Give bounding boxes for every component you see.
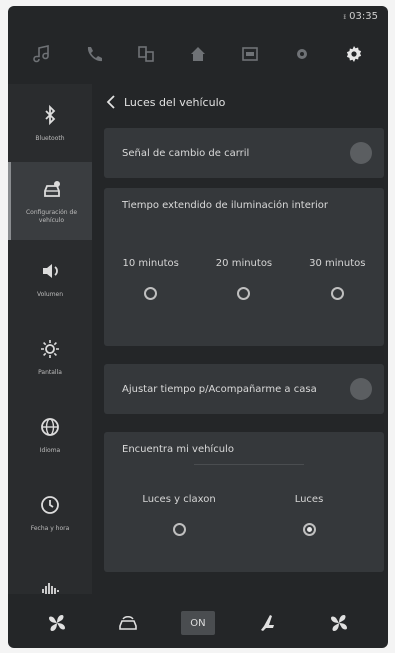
bluetooth-icon — [45, 104, 56, 125]
seat-icon[interactable] — [251, 608, 285, 638]
radio-30-min[interactable] — [330, 287, 344, 300]
globe-icon — [41, 417, 59, 436]
option-label: 10 minutos — [122, 258, 179, 269]
sidebar-item-language[interactable]: Idioma — [8, 396, 92, 474]
option-label: Luces — [294, 494, 324, 505]
sidebar-item-label: Pantalla — [38, 368, 62, 376]
music-note-icon[interactable] — [27, 39, 57, 69]
follow-me-home-row[interactable]: Ajustar tiempo p/Acompañarme a casa — [104, 364, 384, 414]
back-chevron-icon[interactable] — [106, 95, 116, 109]
option-lights-horn[interactable]: Luces y claxon — [124, 494, 234, 536]
find-vehicle-title: Encuentra mi vehículo — [122, 444, 234, 455]
apps-icon[interactable] — [131, 39, 161, 69]
interior-light-title: Tiempo extendido de iluminación interior — [122, 200, 328, 211]
brightness-icon — [41, 339, 59, 358]
head-unit-screen: ᵻ 03:35 Bluetooth Configuración de vehíc… — [8, 6, 388, 648]
sidebar-item-label: Volumen — [36, 290, 64, 298]
settings-gear-icon[interactable] — [339, 39, 369, 69]
lane-change-label: Señal de cambio de carril — [122, 147, 250, 159]
back-header[interactable]: Luces del vehículo — [100, 84, 388, 120]
sidebar-item-display[interactable]: Pantalla — [8, 318, 92, 396]
interior-light-card: Tiempo extendido de iluminación interior… — [104, 188, 384, 346]
radio-10-min[interactable] — [144, 287, 158, 300]
option-label: Luces y claxon — [142, 494, 216, 505]
option-label: 20 minutos — [215, 258, 273, 269]
gear-small-icon[interactable] — [287, 39, 317, 69]
clock-icon — [41, 495, 59, 514]
sidebar-item-volume[interactable]: Volumen — [8, 240, 92, 318]
vehicle-lights-panel: Luces del vehículo Señal de cambio de ca… — [100, 84, 388, 594]
climate-car-icon[interactable] — [111, 608, 145, 638]
sidebar-item-label: Fecha y hora — [30, 524, 70, 532]
page-title: Luces del vehículo — [124, 95, 226, 109]
settings-sidebar: Bluetooth Configuración de vehículo Volu… — [8, 84, 92, 594]
follow-me-toggle[interactable] — [350, 378, 372, 400]
vehicle-info-icon[interactable] — [235, 39, 265, 69]
sound-wave-icon — [42, 583, 59, 594]
sidebar-item-label: Bluetooth — [35, 134, 65, 142]
lane-change-toggle[interactable] — [350, 142, 372, 164]
sidebar-item-date-time[interactable]: Fecha y hora — [8, 474, 92, 552]
sidebar-item-vehicle-settings[interactable]: Configuración de vehículo — [8, 162, 92, 240]
option-10-min[interactable]: 10 minutos — [106, 258, 196, 300]
status-clock: ᵻ 03:35 — [343, 11, 378, 22]
home-icon[interactable] — [183, 39, 213, 69]
lane-change-signal-row[interactable]: Señal de cambio de carril — [104, 128, 384, 178]
radio-lights[interactable] — [302, 523, 316, 536]
find-vehicle-card: Encuentra mi vehículo Luces y claxon Luc… — [104, 432, 384, 572]
climate-bar: ON — [8, 598, 388, 648]
option-label: 30 minutos — [309, 258, 366, 269]
option-lights[interactable]: Luces — [254, 494, 364, 536]
sidebar-item-bluetooth[interactable]: Bluetooth — [8, 84, 92, 162]
follow-me-label: Ajustar tiempo p/Acompañarme a casa — [122, 383, 317, 395]
phone-icon[interactable] — [79, 39, 109, 69]
on-button[interactable]: ON — [180, 611, 215, 635]
sidebar-item-sound[interactable] — [8, 552, 92, 594]
radio-lights-horn[interactable] — [172, 523, 186, 536]
fan-left-icon[interactable] — [40, 608, 74, 638]
signal-icon: ᵻ — [343, 12, 347, 21]
interior-options: 10 minutos 20 minutos 30 minutos — [104, 258, 384, 300]
speaker-icon — [43, 263, 58, 278]
radio-20-min[interactable] — [237, 287, 251, 300]
sidebar-item-label: Configuración de vehículo — [25, 208, 78, 224]
divider — [194, 464, 304, 465]
fan-right-icon[interactable] — [322, 608, 356, 638]
clock-time: 03:35 — [349, 11, 378, 22]
find-vehicle-options: Luces y claxon Luces — [104, 494, 384, 536]
option-30-min[interactable]: 30 minutos — [292, 258, 382, 300]
car-settings-icon — [43, 180, 60, 197]
top-navigation — [8, 28, 388, 80]
option-20-min[interactable]: 20 minutos — [199, 258, 289, 300]
sidebar-item-label: Idioma — [39, 446, 61, 454]
